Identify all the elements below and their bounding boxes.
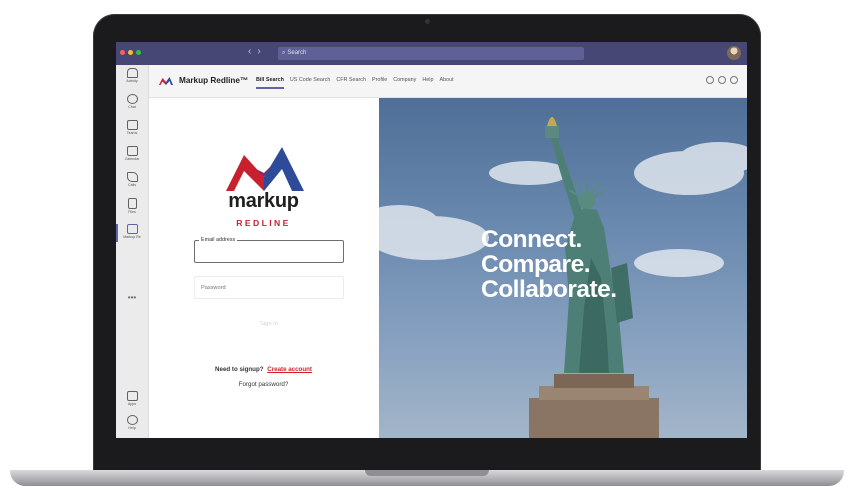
popout-icon[interactable] <box>706 76 714 84</box>
tagline-line: Connect. <box>481 226 582 253</box>
phone-icon <box>126 172 138 182</box>
forgot-password-link[interactable]: Forgot password? <box>149 381 378 388</box>
rail-item-help[interactable]: Help <box>116 415 148 438</box>
help-icon <box>126 415 138 425</box>
globe-icon[interactable] <box>730 76 738 84</box>
hero-panel: Connect. Compare. Collaborate. <box>379 98 747 438</box>
search-icon: ⌕ <box>282 50 286 56</box>
rail-item-calendar[interactable]: Calendar <box>116 146 148 170</box>
camera-dot <box>425 19 430 24</box>
login-panel: markup REDLINE Email address Sign In Nee… <box>149 98 378 438</box>
forward-arrow-icon[interactable]: › <box>257 46 266 57</box>
create-account-link[interactable]: Create account <box>267 366 312 373</box>
brand-subtitle: REDLINE <box>236 218 291 228</box>
rail-item-calls[interactable]: Calls <box>116 172 148 196</box>
signup-line: Need to signup? Create account <box>149 366 378 373</box>
tagline-line: Collaborate. <box>481 276 617 303</box>
apps-icon <box>126 391 138 401</box>
laptop-notch <box>365 470 489 476</box>
bell-icon <box>126 68 138 78</box>
tab-us-code-search[interactable]: US Code Search <box>290 77 330 89</box>
minimize-dot[interactable] <box>128 50 133 55</box>
markup-redline-logo <box>226 147 304 191</box>
password-input[interactable] <box>195 277 343 298</box>
chat-icon <box>126 94 138 104</box>
screen: ‹› ⌕ Search Activity Chat Teams Calendar … <box>116 42 747 438</box>
markup-logo-icon <box>159 77 173 85</box>
brand-wordmark: markup <box>228 190 299 212</box>
tagline-line: Compare. <box>481 251 591 278</box>
avatar[interactable] <box>727 46 741 60</box>
tab-profile[interactable]: Profile <box>372 77 387 89</box>
rail-item-chat[interactable]: Chat <box>116 94 148 118</box>
app-header: Markup Redline™ Bill Search US Code Sear… <box>149 65 747 98</box>
tab-help[interactable]: Help <box>422 77 433 89</box>
rail-item-label: Markup Re <box>123 235 141 239</box>
calendar-icon <box>126 146 138 156</box>
rail-item-markup-redline[interactable]: Markup Re <box>116 224 148 248</box>
laptop-base <box>10 470 844 486</box>
sign-in-button[interactable]: Sign In <box>194 313 344 335</box>
rail-item-label: Activity <box>126 79 138 83</box>
teams-icon <box>126 120 138 130</box>
rail-item-teams[interactable]: Teams <box>116 120 148 144</box>
search-box[interactable]: ⌕ Search <box>278 47 584 60</box>
app-tabs: Bill Search US Code Search CFR Search Pr… <box>256 77 454 89</box>
window-controls <box>120 50 141 55</box>
rail-item-label: Teams <box>126 131 138 135</box>
email-input[interactable] <box>195 241 343 262</box>
email-field[interactable]: Email address <box>194 237 344 263</box>
rail-item-activity[interactable]: Activity <box>116 68 148 92</box>
markup-app-icon <box>126 224 138 234</box>
rail-item-label: Apps <box>127 402 137 406</box>
rail-item-label: Files <box>128 210 136 214</box>
teams-title-bar: ‹› ⌕ Search <box>116 42 747 65</box>
rail-item-files[interactable]: Files <box>116 198 148 222</box>
maximize-dot[interactable] <box>136 50 141 55</box>
rail-item-label: Calls <box>128 183 136 187</box>
more-apps-icon[interactable]: ••• <box>116 293 148 302</box>
rail-item-label: Chat <box>128 105 136 109</box>
close-dot[interactable] <box>120 50 125 55</box>
rail-item-label: Help <box>128 426 136 430</box>
search-placeholder: Search <box>287 50 307 56</box>
rail-item-apps[interactable]: Apps <box>116 391 148 415</box>
app-rail: Activity Chat Teams Calendar Calls Files… <box>116 65 149 438</box>
header-actions <box>706 76 738 84</box>
nav-arrows: ‹› <box>248 46 267 57</box>
app-name: Markup Redline™ <box>179 76 249 85</box>
refresh-icon[interactable] <box>718 76 726 84</box>
tab-bill-search[interactable]: Bill Search <box>256 77 284 89</box>
file-icon <box>127 198 137 209</box>
password-field[interactable] <box>194 276 344 299</box>
hero-tagline: Connect. Compare. Collaborate. <box>481 227 617 302</box>
tab-company[interactable]: Company <box>393 77 416 89</box>
tab-cfr-search[interactable]: CFR Search <box>336 77 366 89</box>
rail-item-label: Calendar <box>124 157 140 161</box>
back-arrow-icon[interactable]: ‹ <box>248 46 257 57</box>
signup-prompt: Need to signup? <box>215 366 264 373</box>
tab-about[interactable]: About <box>439 77 453 89</box>
